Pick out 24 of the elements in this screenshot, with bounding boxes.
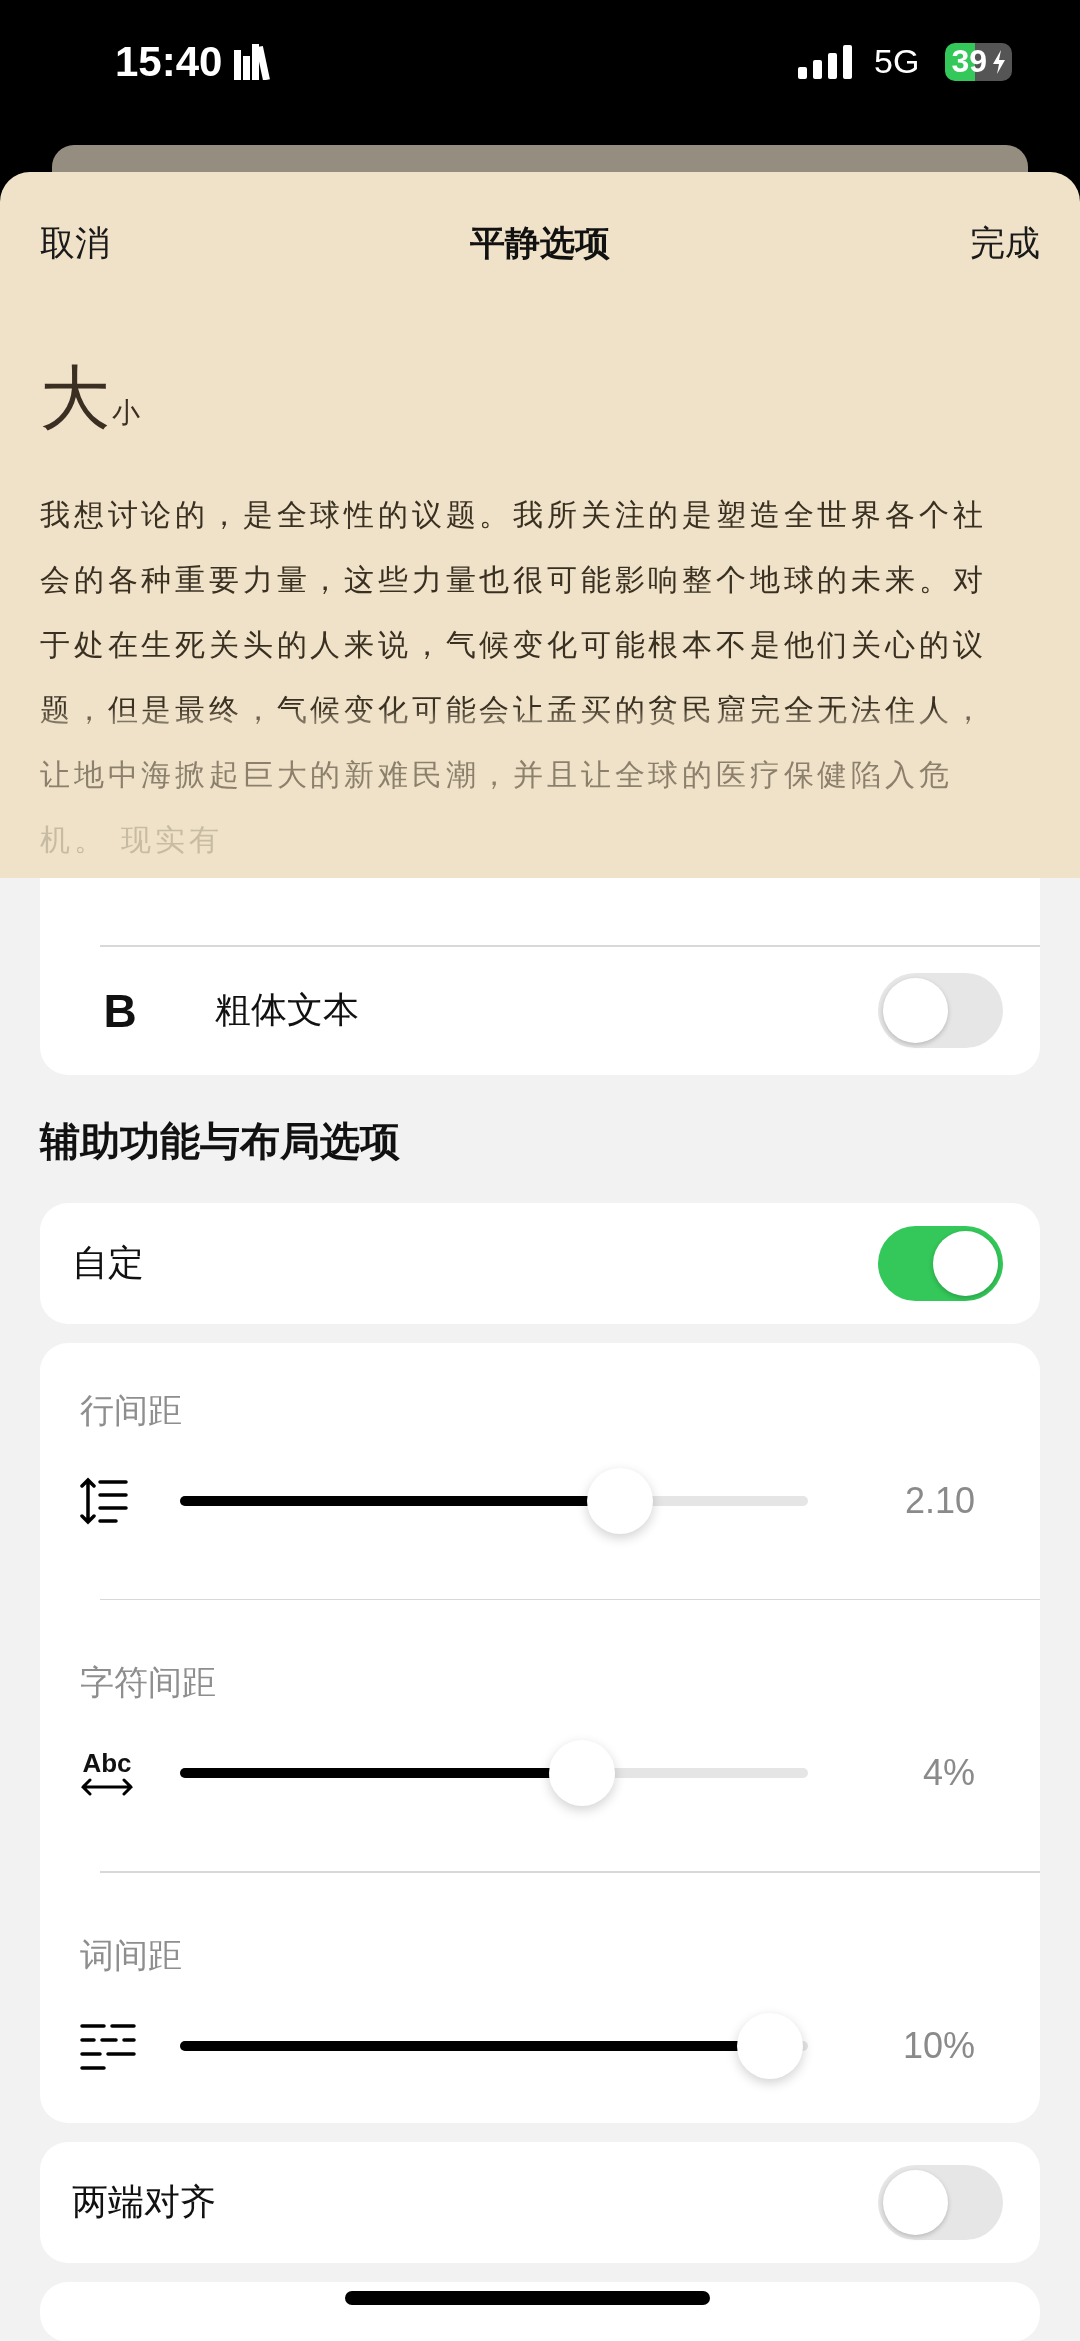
size-small-label: 小: [112, 395, 140, 431]
slider-value: 2.10: [903, 1479, 975, 1522]
slider-thumb[interactable]: [548, 1740, 615, 1806]
status-time: 15:40: [115, 37, 223, 86]
signal-icon: [798, 44, 853, 79]
done-button[interactable]: 完成: [970, 220, 1040, 267]
size-large-label: 大: [40, 356, 110, 441]
justify-label: 两端对齐: [72, 2179, 217, 2224]
slider-value: 10%: [901, 2024, 975, 2067]
cancel-button[interactable]: 取消: [40, 220, 110, 267]
slider-label: 行间距: [80, 1388, 183, 1432]
bold-text-label: 粗体文本: [215, 988, 360, 1032]
section-heading: 辅助功能与布局选项: [40, 1116, 401, 1166]
custom-label: 自定: [72, 1240, 145, 1285]
slider-label: 字符间距: [80, 1661, 217, 1704]
slider-value: 4%: [921, 1752, 975, 1794]
bold-icon: B: [95, 983, 145, 1038]
word-spacing-icon: [80, 2021, 136, 2070]
slider-thumb[interactable]: [737, 2012, 804, 2079]
line-spacing-icon: [80, 1475, 130, 1526]
sheet-title: 平静选项: [470, 222, 610, 265]
slider-thumb[interactable]: [586, 1467, 653, 1534]
slider-label: 词间距: [80, 1933, 183, 1977]
network-label: 5G: [874, 42, 920, 81]
